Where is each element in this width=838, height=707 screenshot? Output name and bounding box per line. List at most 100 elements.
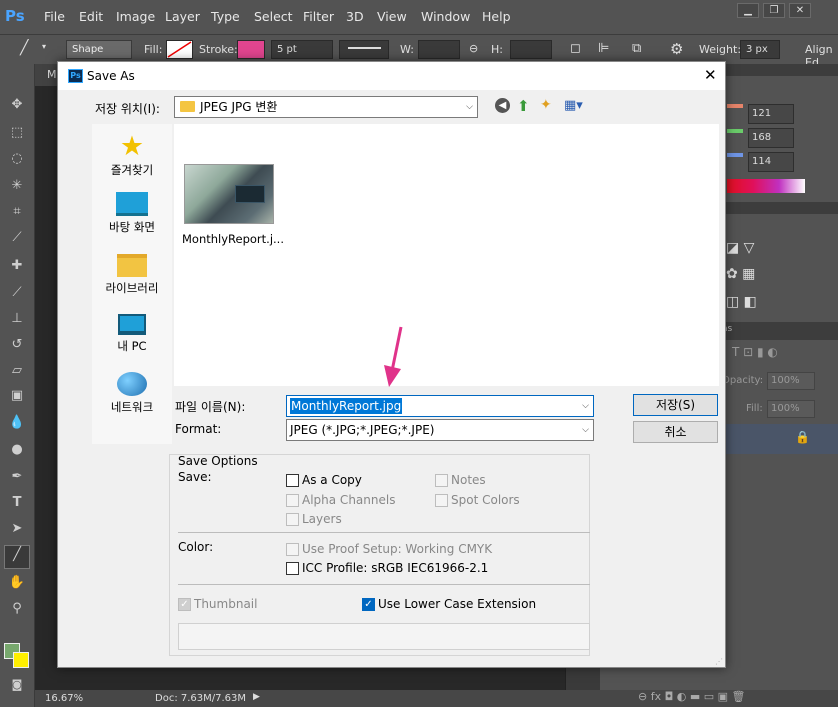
stroke-type-select[interactable] — [339, 40, 389, 59]
eraser-tool-icon[interactable]: ▱ — [7, 362, 27, 380]
layer-filter-icons[interactable]: T ⊡ ▮ ◐ — [732, 345, 778, 359]
format-label: Format: — [175, 422, 222, 436]
path-arrangement-icon[interactable]: ⧉ — [632, 41, 641, 56]
background-color-swatch[interactable] — [13, 652, 29, 668]
filename-label: 파일 이름(N): — [175, 400, 246, 414]
width-field[interactable] — [418, 40, 460, 59]
history-brush-icon[interactable]: ↺ — [7, 336, 27, 354]
format-select[interactable]: JPEG (*.JPG;*.JPEG;*.JPE) ⌵ — [286, 419, 594, 441]
opacity-field[interactable]: 100% — [767, 372, 815, 390]
blur-tool-icon[interactable]: 💧 — [7, 414, 27, 432]
view-menu-icon[interactable]: ▦▾ — [564, 98, 583, 113]
dodge-tool-icon[interactable]: ● — [7, 441, 27, 459]
file-list[interactable]: MonthlyReport.j... — [174, 124, 719, 386]
close-app-button[interactable]: ✕ — [789, 3, 811, 18]
adjustment-icons[interactable]: ◫ ◧ — [726, 294, 757, 310]
brush-tool-icon[interactable]: ⟋ — [7, 284, 27, 302]
network-icon — [117, 372, 147, 396]
up-folder-icon[interactable]: ⬆ — [517, 97, 530, 115]
cancel-button[interactable]: 취소 — [633, 421, 718, 443]
minimize-button[interactable]: ▁ — [737, 3, 759, 18]
location-select[interactable]: JPEG JPG 변환 ⌵ — [174, 96, 478, 118]
stroke-swatch[interactable] — [237, 40, 265, 59]
marquee-tool-icon[interactable]: ⬚ — [7, 124, 27, 142]
chevron-down-icon[interactable]: ▾ — [42, 42, 46, 51]
opacity-label: Opacity: — [722, 375, 764, 386]
healing-brush-icon[interactable]: ✚ — [7, 257, 27, 275]
r-value-field[interactable]: 121 — [748, 104, 794, 124]
save-button[interactable]: 저장(S) — [633, 394, 718, 416]
layer-row[interactable]: 🔒 — [717, 424, 838, 454]
status-arrow-icon[interactable]: ▶ — [253, 692, 260, 702]
menu-filter[interactable]: Filter — [303, 9, 334, 24]
line-tool-icon[interactable]: ╱ — [4, 545, 30, 569]
eyedropper-icon[interactable]: ⟋ — [7, 229, 27, 247]
menu-file[interactable]: File — [44, 9, 65, 24]
height-field[interactable] — [510, 40, 552, 59]
layers-footer-icons[interactable]: ⊖ fx ◘ ◐ ▬ ▭ ▣ 🗑 — [600, 690, 838, 707]
menu-type[interactable]: Type — [211, 9, 240, 24]
new-folder-icon[interactable]: ✦ — [540, 97, 552, 113]
color-spectrum-bar[interactable] — [727, 179, 805, 193]
weight-label: Weight: — [699, 43, 742, 56]
zoom-tool-icon[interactable]: ⚲ — [7, 600, 27, 618]
filename-input[interactable]: MonthlyReport.jpg ⌵ — [286, 395, 594, 417]
place-network[interactable]: 네트워크 — [92, 372, 172, 415]
magic-wand-icon[interactable]: ✳ — [7, 177, 27, 195]
stamp-tool-icon[interactable]: ⊥ — [7, 310, 27, 328]
as-a-copy-checkbox[interactable] — [286, 474, 299, 487]
place-libraries[interactable]: 라이브러리 — [92, 254, 172, 296]
menu-image[interactable]: Image — [116, 9, 155, 24]
g-value-field[interactable]: 168 — [748, 128, 794, 148]
zoom-level: 16.67% — [45, 693, 84, 704]
alpha-channels-checkbox — [286, 494, 299, 507]
doc-tab[interactable]: M — [47, 68, 57, 81]
gear-icon[interactable]: ⚙ — [670, 40, 683, 58]
menu-help[interactable]: Help — [482, 9, 511, 24]
pen-tool-icon[interactable]: ✒ — [7, 468, 27, 486]
shape-mode-select[interactable]: Shape — [66, 40, 132, 59]
move-tool-icon[interactable]: ✥ — [7, 96, 27, 114]
menu-3d[interactable]: 3D — [346, 9, 364, 24]
quick-mask-icon[interactable]: ◙ — [7, 676, 27, 694]
menu-layer[interactable]: Layer — [165, 9, 200, 24]
gradient-tool-icon[interactable]: ▣ — [7, 387, 27, 405]
adjustment-icons[interactable]: ◪ ▽ — [726, 240, 754, 256]
save-options-group: Save Options Save: As a Copy Alpha Chann… — [169, 454, 590, 656]
this-pc-icon — [118, 314, 146, 335]
restore-button[interactable]: ❐ — [763, 3, 785, 18]
adjustment-icons[interactable]: ✿ ▦ — [726, 266, 755, 282]
fill-swatch[interactable] — [166, 40, 193, 59]
stroke-size-field[interactable]: 5 pt — [271, 40, 333, 59]
menu-edit[interactable]: Edit — [79, 9, 103, 24]
place-favorites[interactable]: ★ 즐겨찾기 — [92, 132, 172, 178]
lasso-tool-icon[interactable]: ◌ — [7, 150, 27, 168]
b-value-field[interactable]: 114 — [748, 152, 794, 172]
place-label: 라이브러리 — [105, 281, 159, 295]
path-operations-icon[interactable]: ◻ — [570, 41, 581, 56]
close-icon[interactable]: ✕ — [704, 66, 717, 84]
link-icon[interactable]: ⊖ — [469, 42, 478, 55]
fill-field[interactable]: 100% — [767, 400, 815, 418]
crop-tool-icon[interactable]: ⌗ — [7, 203, 27, 221]
dialog-titlebar: Ps Save As ✕ — [58, 62, 725, 90]
menu-window[interactable]: Window — [421, 9, 470, 24]
path-select-icon[interactable]: ➤ — [7, 520, 27, 538]
icc-profile-checkbox[interactable] — [286, 562, 299, 575]
menu-view[interactable]: View — [377, 9, 407, 24]
weight-field[interactable]: 3 px — [740, 40, 780, 59]
resize-grip-icon[interactable]: ⋰ — [715, 657, 723, 666]
hand-tool-icon[interactable]: ✋ — [7, 574, 27, 592]
save-label: Save: — [178, 470, 212, 484]
lower-case-extension-checkbox[interactable]: ✓ — [362, 598, 375, 611]
place-label: 즐겨찾기 — [110, 163, 154, 177]
place-label: 바탕 화면 — [109, 220, 155, 234]
back-icon[interactable]: ◀ — [495, 98, 510, 113]
chevron-down-icon[interactable]: ⌵ — [582, 396, 589, 416]
path-alignment-icon[interactable]: ⊫ — [598, 41, 609, 56]
place-this-pc[interactable]: 내 PC — [92, 314, 172, 354]
place-desktop[interactable]: 바탕 화면 — [92, 192, 172, 235]
type-tool-icon[interactable]: T — [7, 494, 27, 512]
menu-select[interactable]: Select — [254, 9, 293, 24]
layers-label: Layers — [302, 512, 342, 526]
